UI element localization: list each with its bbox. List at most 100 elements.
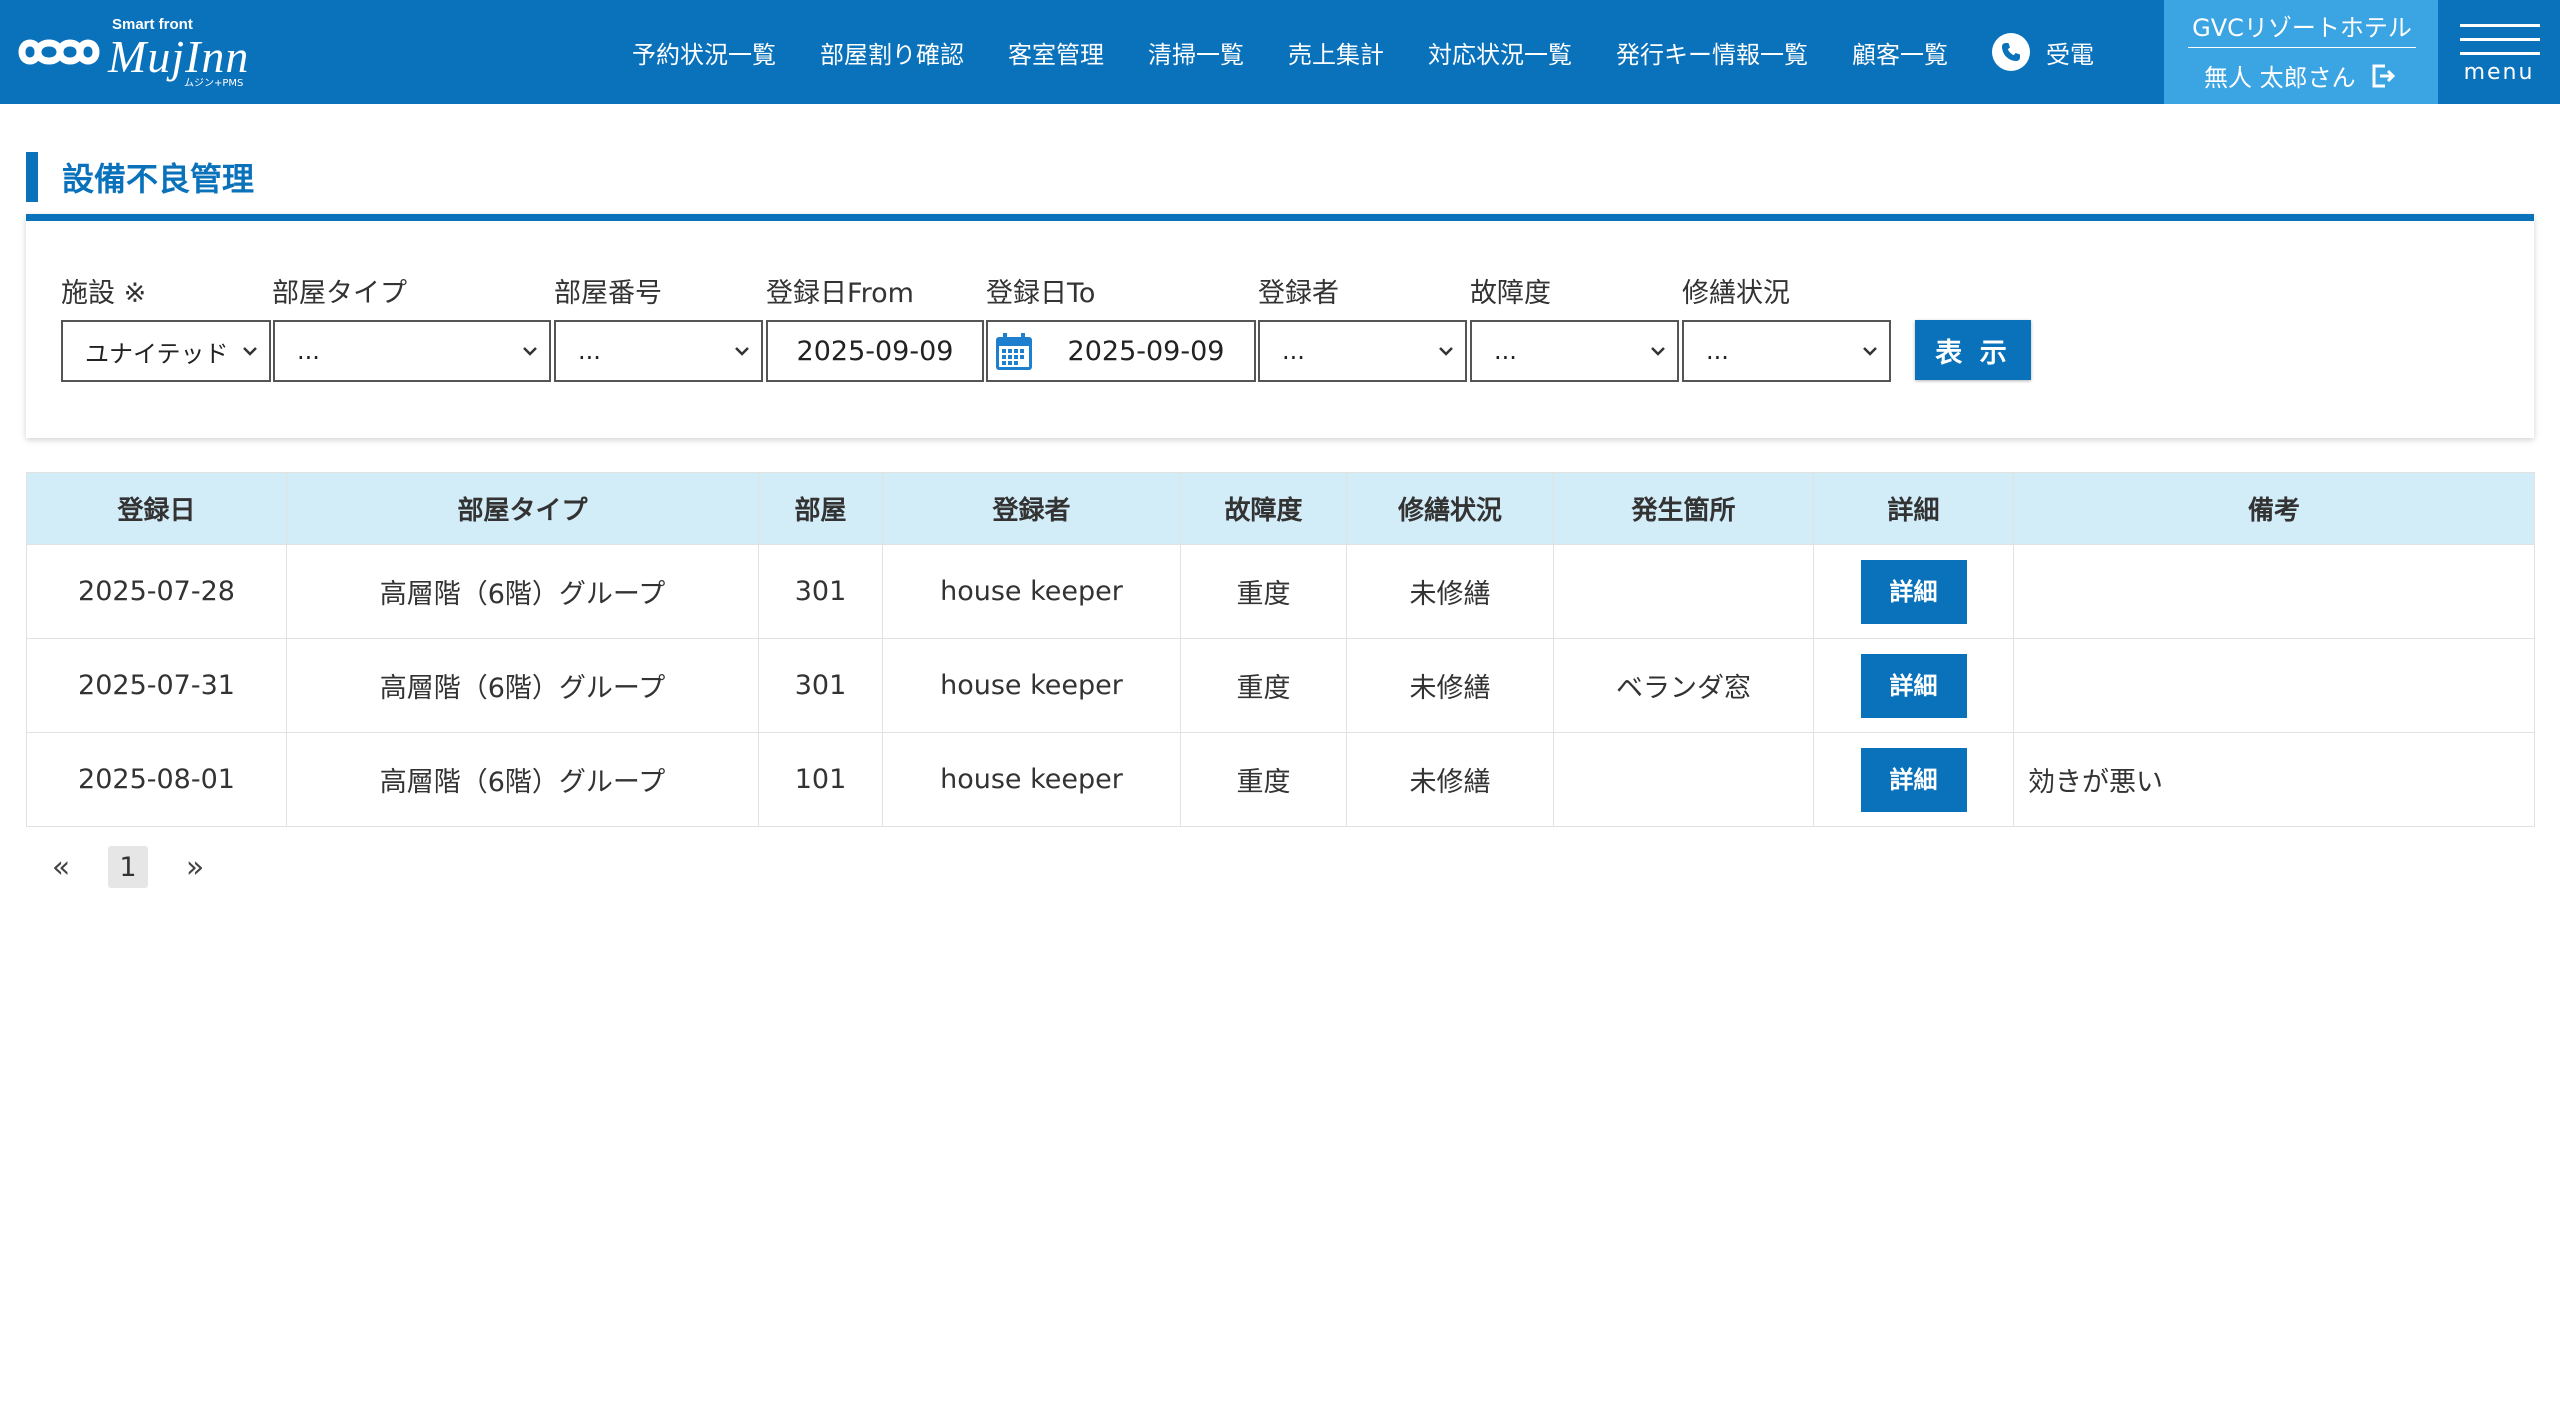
room-type-select[interactable]: ... [273,320,551,382]
menu-label: menu [2463,60,2535,85]
cell-room-type: 高層階（6階）グループ [286,732,759,827]
cell-registrant: house keeper [882,732,1181,827]
nav-reservation-list[interactable]: 予約状況一覧 [632,35,776,70]
room-number-select[interactable]: ... [554,320,763,382]
col-header-room-type[interactable]: 部屋タイプ [286,472,759,545]
nav-issued-keys[interactable]: 発行キー情報一覧 [1616,35,1808,70]
detail-button[interactable]: 詳細 [1860,653,1967,718]
user-name: 無人 太郎さん [2204,64,2356,92]
chevron-down-icon [735,347,749,356]
nav-response-status[interactable]: 対応状況一覧 [1428,35,1572,70]
registrant-select[interactable]: ... [1258,320,1467,382]
main-nav: 予約状況一覧 部屋割り確認 客室管理 清掃一覧 売上集計 対応状況一覧 発行キー… [632,0,2094,104]
repair-status-label: 修繕状況 [1682,278,1790,309]
page-title: 設備不良管理 [62,160,255,198]
col-header-detail: 詳細 [1813,472,2014,545]
chevron-down-icon [1439,347,1453,356]
nav-sales-summary[interactable]: 売上集計 [1288,35,1384,70]
user-logout[interactable]: 無人 太郎さん [2204,58,2396,93]
filter-panel: 施設 ※ 部屋タイプ 部屋番号 登録日From 登録日To 登録者 故障度 修繕… [26,214,2534,438]
cell-location: ベランダ窓 [1553,638,1814,733]
date-to-input[interactable]: 2025-09-09 [986,320,1256,382]
cell-note [2013,544,2535,639]
detail-button[interactable]: 詳細 [1860,747,1967,812]
page-title-block: 設備不良管理 [26,152,254,202]
cell-date: 2025-07-28 [26,544,287,639]
cell-room: 301 [758,638,883,733]
cell-repair-status: 未修繕 [1346,732,1554,827]
room-type-label: 部屋タイプ [272,278,407,309]
show-button[interactable]: 表 示 [1915,320,2031,380]
nav-room-assignment[interactable]: 部屋割り確認 [820,35,964,70]
date-from-label: 登録日From [766,278,914,309]
registrant-label: 登録者 [1258,278,1339,309]
nav-room-management[interactable]: 客室管理 [1008,35,1104,70]
col-header-note: 備考 [2013,472,2535,545]
cell-note: 効きが悪い [2013,732,2535,827]
cell-location [1553,732,1814,827]
cell-detail: 詳細 [1813,732,2014,827]
defect-table: 登録日 部屋タイプ 部屋 登録者 故障度 修繕状況 発生箇所 詳細 備考 202… [26,472,2535,827]
chevron-down-icon [1651,347,1665,356]
chevron-down-icon [523,347,537,356]
cell-location [1553,544,1814,639]
col-header-repair-status[interactable]: 修繕状況 [1346,472,1554,545]
table-row: 2025-07-28 高層階（6階）グループ 301 house keeper … [26,544,2535,639]
cell-registrant: house keeper [882,638,1181,733]
nav-customer-list[interactable]: 顧客一覧 [1852,35,1948,70]
nav-cleaning-list[interactable]: 清掃一覧 [1148,35,1244,70]
cell-room-type: 高層階（6階）グループ [286,638,759,733]
nav-incoming-call[interactable]: 受電 [1992,33,2094,71]
col-header-severity[interactable]: 故障度 [1180,472,1347,545]
cell-room: 101 [758,732,883,827]
date-to-label: 登録日To [986,278,1096,309]
cell-date: 2025-07-31 [26,638,287,733]
detail-button[interactable]: 詳細 [1860,559,1967,624]
cell-detail: 詳細 [1813,638,2014,733]
col-header-registrant[interactable]: 登録者 [882,472,1181,545]
menu-button[interactable]: menu [2438,0,2560,104]
repair-status-select[interactable]: ... [1682,320,1891,382]
table-row: 2025-08-01 高層階（6階）グループ 101 house keeper … [26,732,2535,827]
severity-select[interactable]: ... [1470,320,1679,382]
logo-subtext: ムジン+PMS [184,78,244,89]
cell-date: 2025-08-01 [26,732,287,827]
room-number-label: 部屋番号 [554,278,662,309]
infinity-logo-icon [18,39,100,65]
table-row: 2025-07-31 高層階（6階）グループ 301 house keeper … [26,638,2535,733]
logout-icon [2372,64,2395,87]
phone-icon [1992,33,2030,71]
title-accent-bar [26,152,38,202]
facility-select[interactable]: ユナイテッド [61,320,271,382]
cell-severity: 重度 [1180,732,1347,827]
calendar-icon[interactable] [992,330,1036,374]
cell-room: 301 [758,544,883,639]
hotel-user-panel: GVCリゾートホテル 無人 太郎さん [2164,0,2438,104]
top-header: Smart front MujInn ムジン+PMS 予約状況一覧 部屋割り確認… [0,0,2560,104]
chevron-down-icon [243,347,257,356]
cell-severity: 重度 [1180,638,1347,733]
col-header-location[interactable]: 発生箇所 [1553,472,1814,545]
severity-label: 故障度 [1470,278,1551,309]
call-label: 受電 [2046,40,2094,69]
mujinn-logo[interactable]: Smart front MujInn ムジン+PMS [16,14,256,90]
cell-registrant: house keeper [882,544,1181,639]
prev-page-button[interactable]: « [48,850,74,885]
cell-note [2013,638,2535,733]
cell-repair-status: 未修繕 [1346,544,1554,639]
hotel-name: GVCリゾートホテル [2188,8,2416,48]
cell-repair-status: 未修繕 [1346,638,1554,733]
table-header-row: 登録日 部屋タイプ 部屋 登録者 故障度 修繕状況 発生箇所 詳細 備考 [26,472,2535,545]
next-page-button[interactable]: » [182,850,208,885]
cell-room-type: 高層階（6階）グループ [286,544,759,639]
col-header-date[interactable]: 登録日 [26,472,287,545]
cell-severity: 重度 [1180,544,1347,639]
page-number-current[interactable]: 1 [108,846,148,888]
col-header-room[interactable]: 部屋 [758,472,883,545]
facility-label: 施設 ※ [61,278,147,309]
hamburger-icon [2460,24,2540,27]
cell-detail: 詳細 [1813,544,2014,639]
pagination: « 1 » [48,846,208,888]
chevron-down-icon [1863,347,1877,356]
date-from-input[interactable]: 2025-09-09 [766,320,984,382]
